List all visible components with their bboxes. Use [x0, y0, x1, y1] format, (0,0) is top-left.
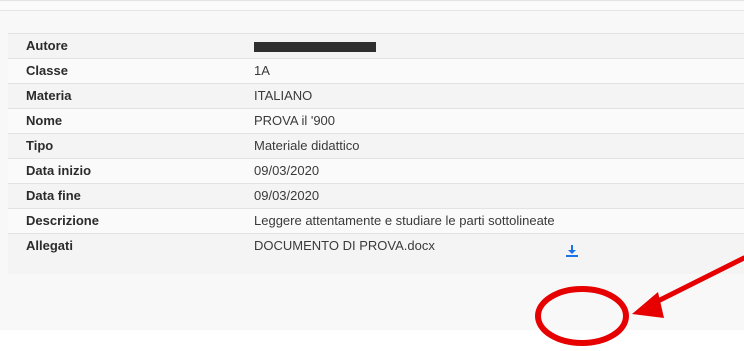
row-classe: Classe 1A: [8, 58, 744, 83]
label-data-inizio: Data inizio: [26, 163, 92, 178]
value-classe: 1A: [254, 63, 270, 78]
value-nome: PROVA il '900: [254, 113, 336, 128]
row-nome: Nome PROVA il '900: [8, 108, 744, 133]
details-table: Autore Classe 1A Materia ITALIANO Nome P…: [8, 33, 744, 274]
label-materia: Materia: [26, 88, 72, 103]
row-data-inizio: Data inizio 09/03/2020: [8, 158, 744, 183]
panel-header: [0, 2, 744, 11]
label-autore: Autore: [26, 38, 68, 53]
detail-panel: Autore Classe 1A Materia ITALIANO Nome P…: [0, 0, 744, 330]
row-materia: Materia ITALIANO: [8, 83, 744, 108]
label-descrizione: Descrizione: [26, 213, 99, 228]
value-descrizione: Leggere attentamente e studiare le parti…: [254, 213, 555, 228]
download-icon[interactable]: [565, 242, 579, 257]
value-data-fine: 09/03/2020: [254, 188, 320, 203]
redacted-author: [254, 42, 376, 52]
attachment-filename[interactable]: DOCUMENTO DI PROVA.docx: [254, 234, 435, 258]
label-tipo: Tipo: [26, 138, 54, 153]
value-tipo: Materiale didattico: [254, 138, 360, 153]
label-nome: Nome: [26, 113, 63, 128]
value-data-inizio: 09/03/2020: [254, 163, 320, 178]
label-data-fine: Data fine: [26, 188, 81, 203]
row-data-fine: Data fine 09/03/2020: [8, 183, 744, 208]
label-classe: Classe: [26, 63, 68, 78]
row-descrizione: Descrizione Leggere attentamente e studi…: [8, 208, 744, 233]
value-materia: ITALIANO: [254, 88, 313, 103]
row-allegati: Allegati DOCUMENTO DI PROVA.docx: [8, 233, 744, 274]
label-allegati: Allegati: [26, 238, 73, 253]
row-tipo: Tipo Materiale didattico: [8, 133, 744, 158]
row-autore: Autore: [8, 33, 744, 58]
